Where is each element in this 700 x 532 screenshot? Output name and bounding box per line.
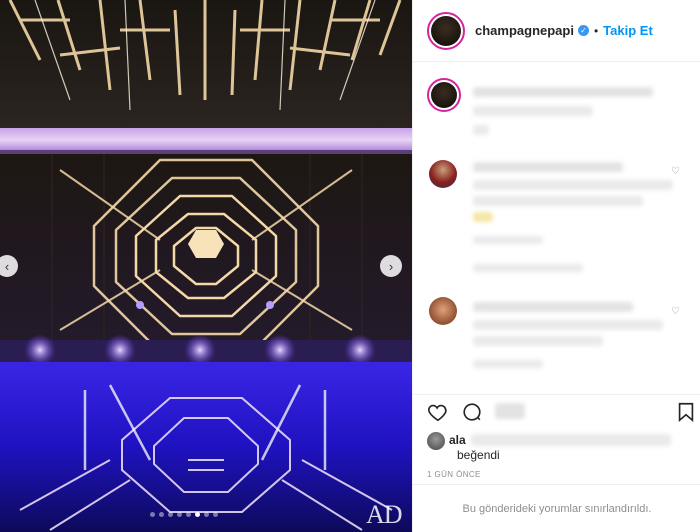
comments-restricted-notice: Bu gönderideki yorumlar sınırlandırıldı.: [413, 484, 700, 532]
comment-text-blurred: [473, 336, 603, 346]
watermark-logo: AD: [366, 500, 403, 529]
comment-text-blurred: [473, 302, 633, 312]
comments-restricted-text: Bu gönderideki yorumlar sınırlandırıldı.: [462, 502, 652, 515]
author-username[interactable]: champagnepapi: [475, 23, 574, 38]
carousel-dot[interactable]: [168, 512, 173, 517]
post-side-panel: champagnepapi ✓ • Takip Et ♡ ♡ ala beğen…: [412, 0, 700, 532]
carousel-dot[interactable]: [195, 512, 200, 517]
comments-list[interactable]: ♡ ♡: [413, 62, 700, 394]
commenter-avatar[interactable]: [429, 297, 457, 325]
comment-meta-blurred: [473, 236, 543, 244]
commenter-avatar[interactable]: [429, 160, 457, 188]
comment-text-blurred: [473, 180, 673, 190]
like-heart-icon[interactable]: [427, 401, 449, 423]
likes-summary: ala beğendi: [427, 430, 687, 464]
carousel-dot[interactable]: [177, 512, 182, 517]
caption-avatar-ring[interactable]: [427, 78, 461, 112]
follow-button[interactable]: Takip Et: [603, 23, 653, 38]
carousel-dot[interactable]: [150, 512, 155, 517]
verified-badge-icon: ✓: [577, 25, 589, 36]
author-avatar[interactable]: [431, 15, 461, 46]
comment-like-heart-icon[interactable]: ♡: [671, 306, 680, 317]
comment-like-heart-icon[interactable]: ♡: [671, 166, 680, 177]
post-header: champagnepapi ✓ • Takip Et: [413, 0, 700, 62]
media-photo: [0, 0, 412, 532]
likes-suffix: beğendi: [457, 448, 500, 462]
author-avatar-ring[interactable]: [427, 11, 465, 50]
comment-bubble-icon[interactable]: [461, 401, 483, 423]
bookmark-icon[interactable]: [675, 401, 697, 423]
chevron-left-icon: ‹: [4, 258, 10, 274]
post-actions-bar: [413, 394, 700, 434]
liker-avatar[interactable]: [427, 432, 445, 450]
comment-text-blurred: [473, 320, 663, 330]
share-icon-blurred[interactable]: [495, 403, 525, 419]
chevron-right-icon: ›: [388, 258, 394, 274]
comment-meta-blurred: [473, 360, 543, 368]
comment-replies-blurred: [473, 264, 583, 272]
header-separator: •: [593, 23, 599, 38]
likes-text-blurred: [471, 434, 671, 446]
caption-avatar[interactable]: [431, 82, 457, 108]
carousel-dot[interactable]: [204, 512, 209, 517]
post-timestamp[interactable]: 1 GÜN ÖNCE: [427, 470, 481, 479]
comment-text-blurred: [473, 196, 643, 206]
post-media[interactable]: ‹ › AD: [0, 0, 412, 532]
comment-text-blurred: [473, 162, 623, 172]
comment-emoji-blurred: [473, 212, 493, 222]
liker-username[interactable]: ala: [449, 433, 466, 447]
carousel-next-button[interactable]: ›: [380, 255, 402, 277]
carousel-dot[interactable]: [186, 512, 191, 517]
caption-text-blurred: [473, 106, 593, 116]
caption-text-blurred: [473, 125, 489, 135]
carousel-dot[interactable]: [159, 512, 164, 517]
caption-text-blurred: [473, 87, 653, 97]
carousel-dot[interactable]: [213, 512, 218, 517]
carousel-indicator: [150, 512, 218, 517]
